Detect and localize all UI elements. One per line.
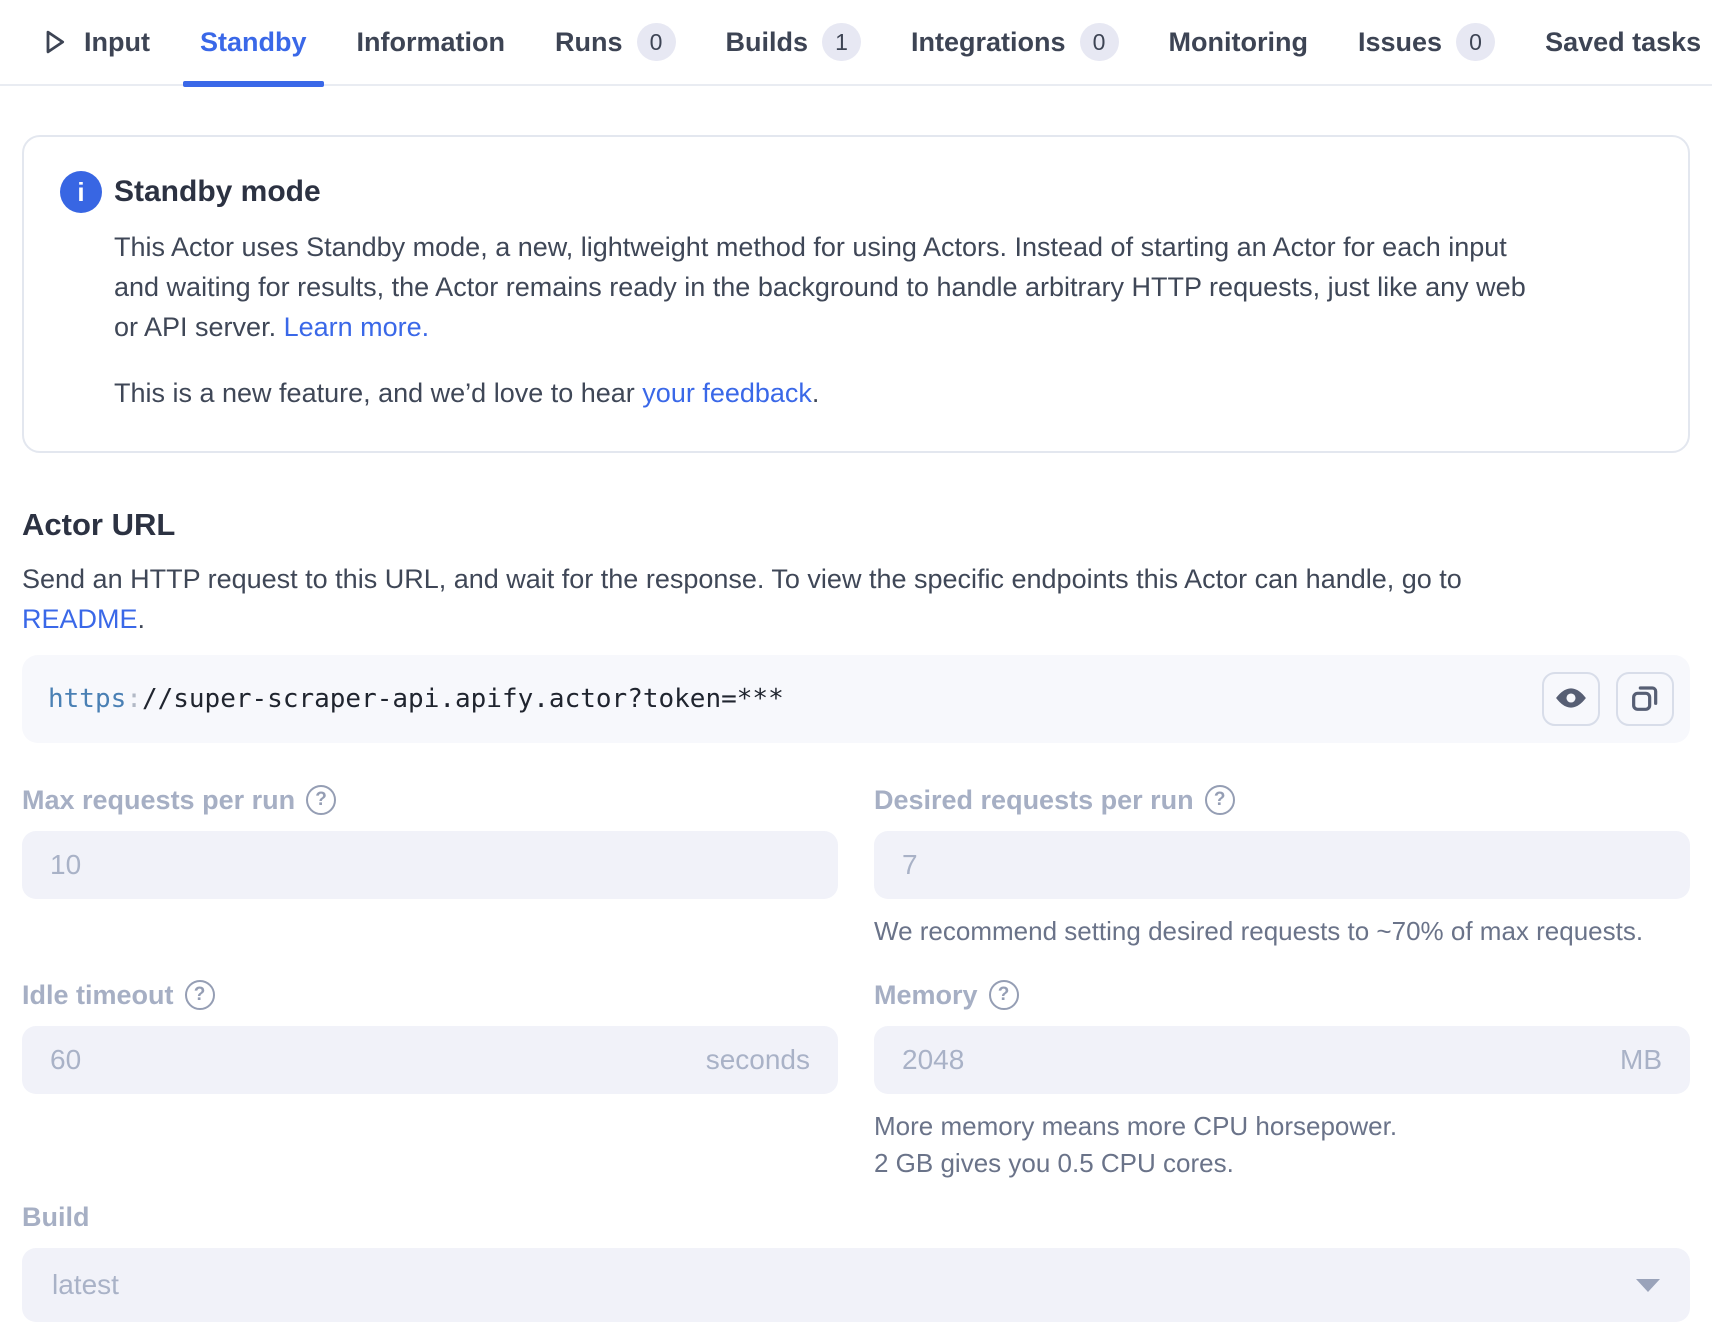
max-requests-value: 10: [50, 849, 81, 881]
builds-count-badge: 1: [822, 23, 861, 61]
tab-integrations[interactable]: Integrations 0: [911, 0, 1119, 85]
actor-url-value: https://super-scraper-api.apify.actor?to…: [48, 684, 1542, 714]
tab-label: Saved tasks: [1545, 27, 1701, 58]
issues-count-badge: 0: [1456, 23, 1495, 61]
field-desired-requests: Desired requests per run ? 7 We recommen…: [874, 783, 1690, 950]
field-build: Build latest: [22, 1200, 1690, 1322]
tab-input[interactable]: Input: [38, 0, 150, 85]
feedback-prefix-text: This is a new feature, and we’d love to …: [114, 378, 642, 408]
readme-suffix-text: .: [138, 604, 146, 634]
tab-label: Monitoring: [1169, 27, 1308, 58]
field-memory: Memory ? 2048 MB More memory means more …: [874, 978, 1690, 1182]
copy-url-button[interactable]: [1616, 672, 1674, 726]
play-icon: [38, 26, 70, 58]
reveal-token-button[interactable]: [1542, 672, 1600, 726]
runs-count-badge: 0: [637, 23, 676, 61]
idle-timeout-input: 60 seconds: [22, 1026, 838, 1094]
tab-issues[interactable]: Issues 0: [1358, 0, 1495, 85]
integrations-count-badge: 0: [1080, 23, 1119, 61]
help-icon[interactable]: ?: [306, 785, 336, 815]
build-select: latest: [22, 1248, 1690, 1322]
feedback-link[interactable]: your feedback: [642, 378, 812, 408]
tab-label: Input: [84, 27, 150, 58]
build-value: latest: [52, 1269, 119, 1301]
notice-feedback: This is a new feature, and we’d love to …: [114, 373, 1544, 413]
notice-title: Standby mode: [114, 175, 321, 209]
learn-more-link[interactable]: Learn more.: [284, 312, 430, 342]
max-requests-label: Max requests per run: [22, 785, 295, 816]
readme-link[interactable]: README: [22, 604, 138, 634]
copy-icon: [1629, 682, 1661, 717]
help-icon[interactable]: ?: [185, 980, 215, 1010]
eye-icon: [1554, 681, 1588, 718]
tab-information[interactable]: Information: [357, 0, 506, 85]
actor-standby-page: Input Standby Information Runs 0 Builds …: [0, 0, 1712, 1342]
memory-hint-line1: More memory means more CPU horsepower.: [874, 1108, 1690, 1145]
actor-url-description: Send an HTTP request to this URL, and wa…: [22, 559, 1492, 639]
tab-label: Builds: [726, 27, 809, 58]
desired-requests-label: Desired requests per run: [874, 785, 1194, 816]
tab-bar: Input Standby Information Runs 0 Builds …: [0, 0, 1712, 86]
tab-label: Standby: [200, 27, 307, 58]
tab-label: Issues: [1358, 27, 1442, 58]
desired-requests-value: 7: [902, 849, 918, 881]
tab-label: Runs: [555, 27, 623, 58]
field-idle-timeout: Idle timeout ? 60 seconds: [22, 978, 838, 1094]
actor-url-box: https://super-scraper-api.apify.actor?to…: [22, 655, 1690, 743]
idle-timeout-unit: seconds: [706, 1044, 810, 1076]
field-max-requests: Max requests per run ? 10: [22, 783, 838, 899]
memory-input: 2048 MB: [874, 1026, 1690, 1094]
build-label: Build: [22, 1202, 90, 1233]
url-colon: :: [126, 684, 142, 714]
memory-value: 2048: [902, 1044, 964, 1076]
feedback-suffix-text: .: [812, 378, 820, 408]
max-requests-input: 10: [22, 831, 838, 899]
desired-requests-input: 7: [874, 831, 1690, 899]
actor-url-description-text: Send an HTTP request to this URL, and wa…: [22, 564, 1462, 594]
actor-url-heading: Actor URL: [22, 507, 1690, 543]
memory-hint-line2: 2 GB gives you 0.5 CPU cores.: [874, 1145, 1690, 1182]
memory-label: Memory: [874, 980, 978, 1011]
tab-label: Integrations: [911, 27, 1066, 58]
active-tab-underline: [183, 81, 324, 87]
help-icon[interactable]: ?: [1205, 785, 1235, 815]
url-actions: [1542, 672, 1674, 726]
desired-requests-hint: We recommend setting desired requests to…: [874, 913, 1690, 950]
memory-unit: MB: [1620, 1044, 1662, 1076]
idle-timeout-label: Idle timeout: [22, 980, 174, 1011]
tab-label: Information: [357, 27, 506, 58]
tab-saved-tasks[interactable]: Saved tasks 0: [1545, 0, 1712, 85]
tab-monitoring[interactable]: Monitoring: [1169, 0, 1308, 85]
url-rest: //super-scraper-api.apify.actor?token=**…: [142, 684, 784, 714]
idle-timeout-value: 60: [50, 1044, 81, 1076]
tab-builds[interactable]: Builds 1: [726, 0, 862, 85]
caret-down-icon: [1636, 1279, 1660, 1292]
info-icon: i: [60, 171, 102, 213]
help-icon[interactable]: ?: [989, 980, 1019, 1010]
standby-mode-notice: i Standby mode This Actor uses Standby m…: [22, 135, 1690, 453]
tab-runs[interactable]: Runs 0: [555, 0, 676, 85]
tab-standby[interactable]: Standby: [200, 0, 307, 85]
memory-hint: More memory means more CPU horsepower. 2…: [874, 1108, 1690, 1182]
url-scheme: https: [48, 684, 126, 714]
standby-settings-form: Max requests per run ? 10 Desired reques…: [22, 783, 1690, 1182]
notice-body: This Actor uses Standby mode, a new, lig…: [114, 227, 1544, 347]
